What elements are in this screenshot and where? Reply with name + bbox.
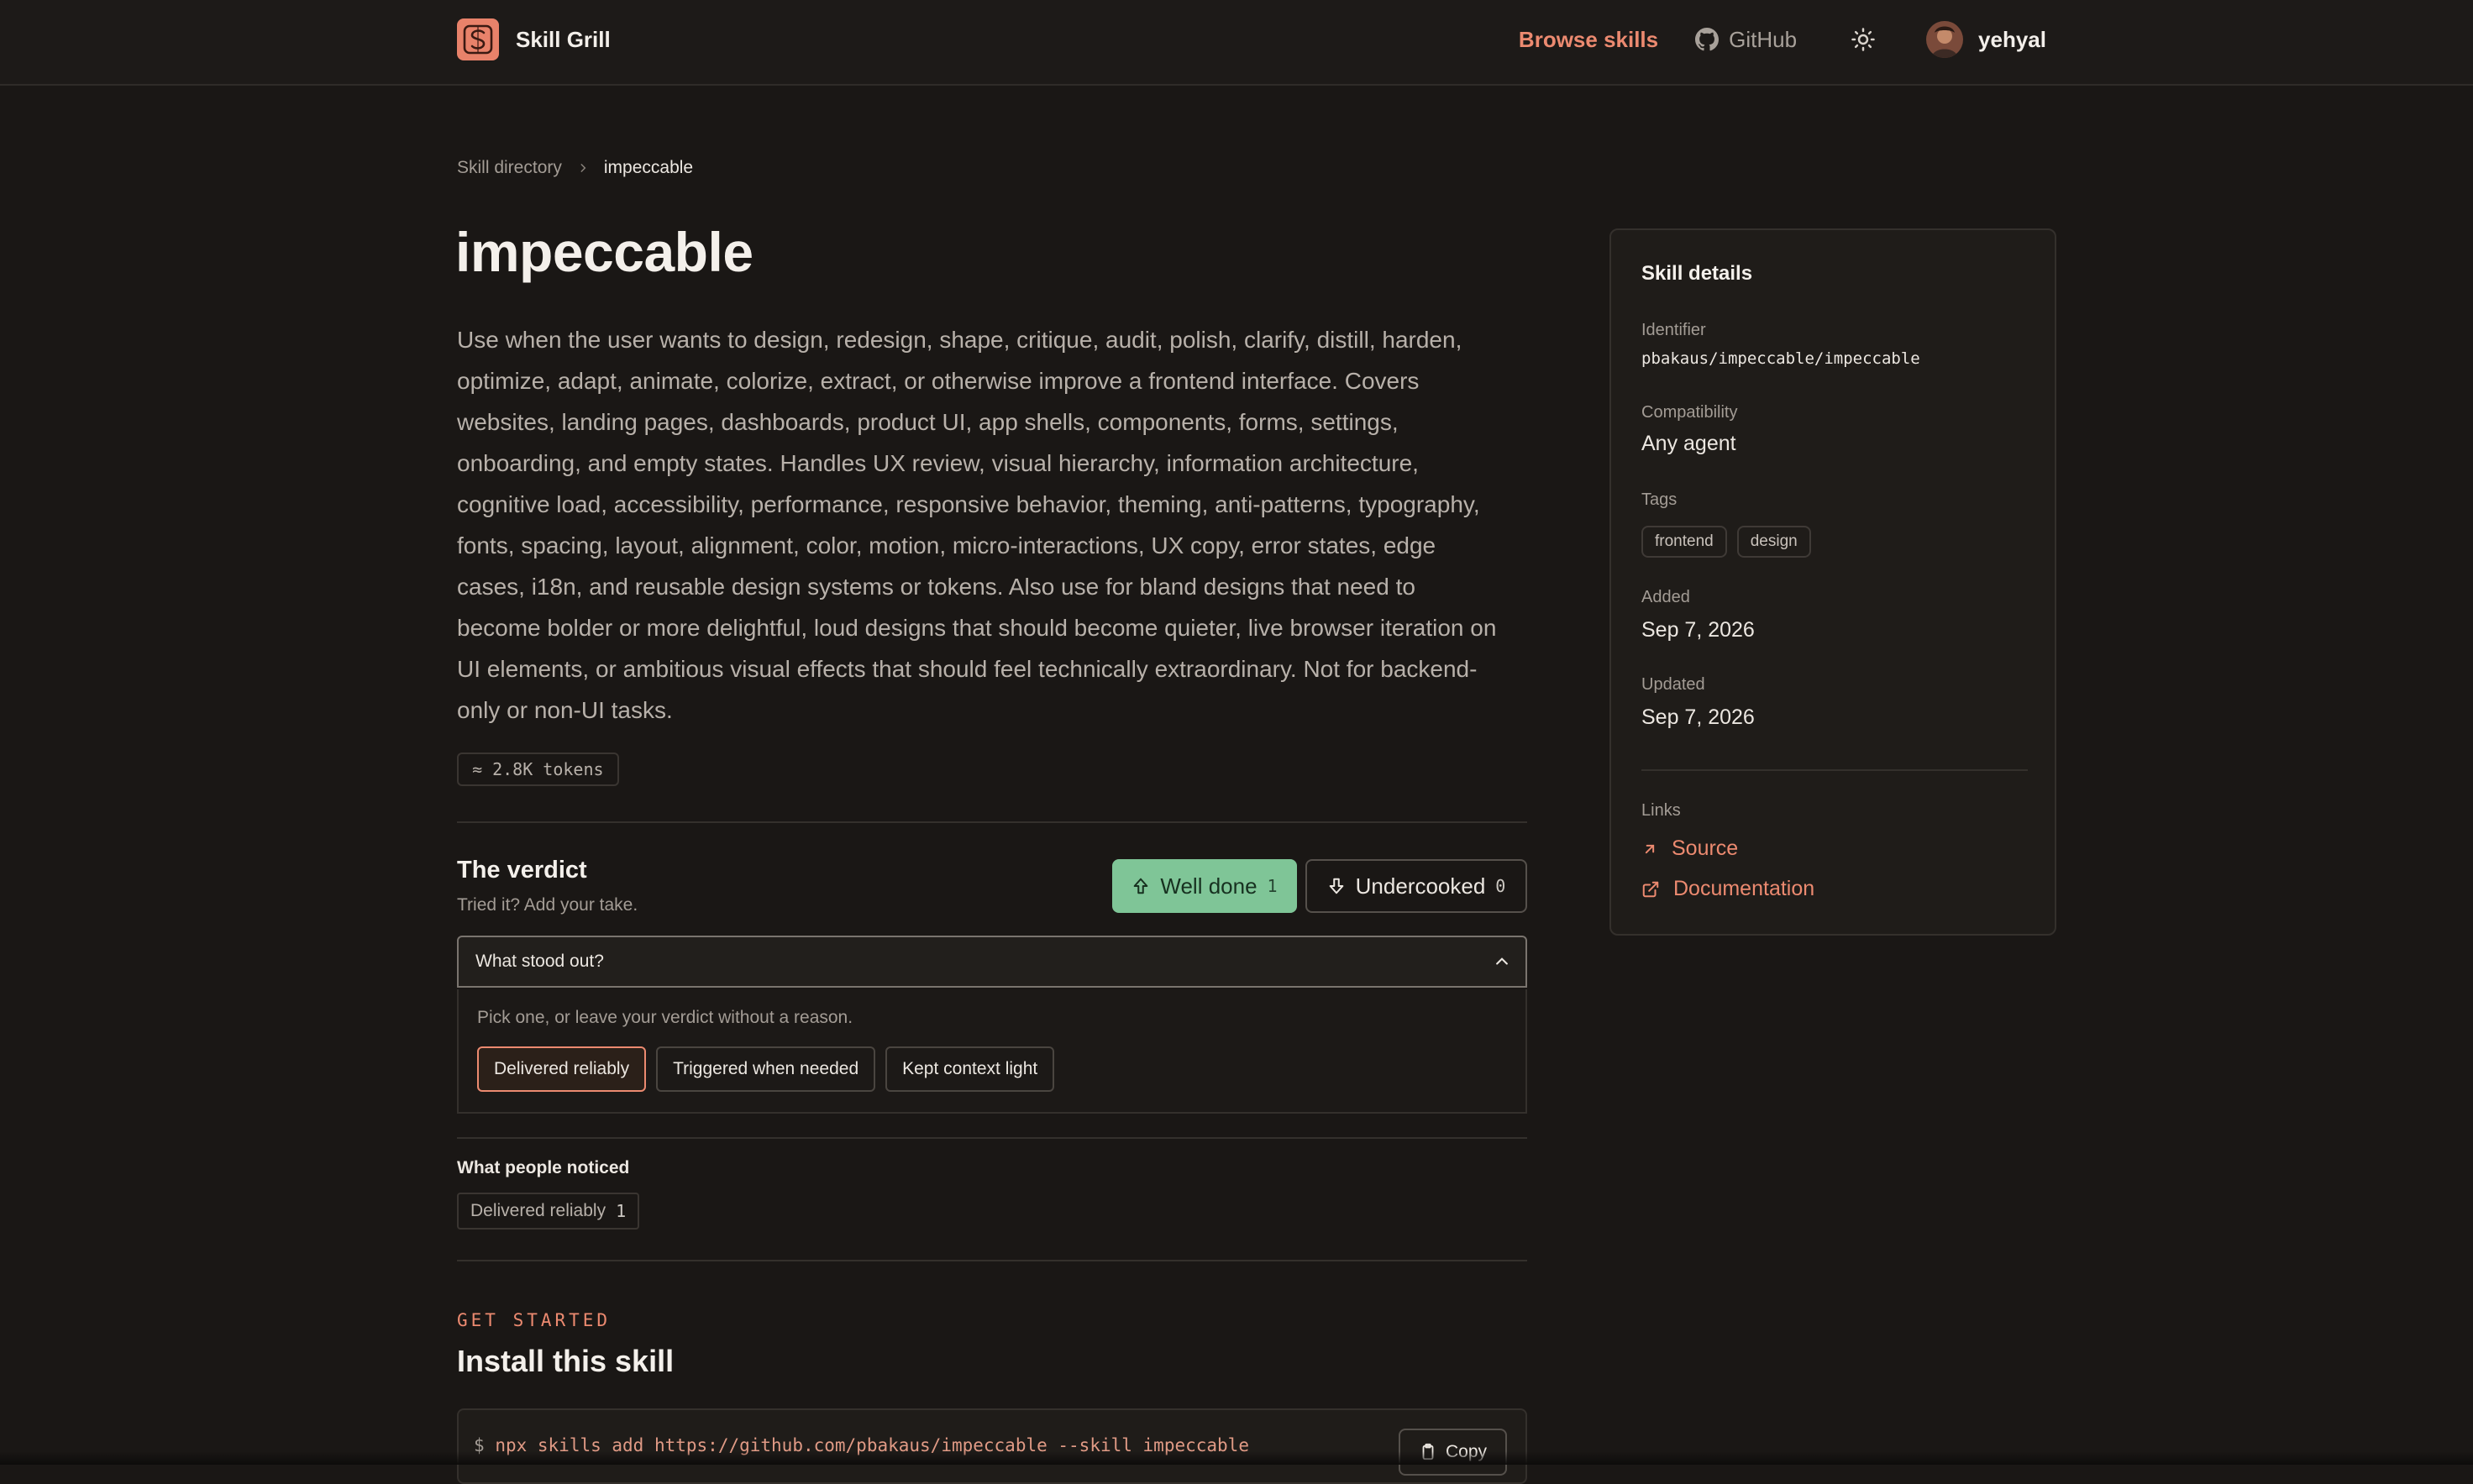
well-done-label: Well done bbox=[1160, 873, 1258, 899]
github-link[interactable]: GitHub bbox=[1695, 27, 1797, 53]
compatibility-label: Compatibility bbox=[1641, 403, 1738, 422]
page-title: impeccable bbox=[455, 221, 753, 283]
reason-triggered-when-needed[interactable]: Triggered when needed bbox=[656, 1046, 876, 1092]
arrow-up-right-icon bbox=[1645, 844, 1655, 853]
get-started-eyebrow: GET STARTED bbox=[457, 1310, 612, 1330]
external-link-icon bbox=[1642, 881, 1659, 897]
reason-panel: Pick one, or leave your verdict without … bbox=[457, 989, 1527, 1114]
thumbs-down-icon bbox=[1329, 878, 1343, 894]
undercooked-count: 0 bbox=[1495, 876, 1506, 896]
card-divider bbox=[1641, 769, 2028, 771]
theme-toggle-button[interactable] bbox=[1851, 27, 1876, 52]
updated-date: Sep 7, 2026 bbox=[1641, 705, 1755, 729]
tag-design[interactable]: design bbox=[1736, 526, 1811, 558]
user-menu[interactable]: yehyal bbox=[1926, 21, 2046, 58]
tag-frontend[interactable]: frontend bbox=[1641, 526, 1727, 558]
top-navigation-bar: Skill Grill Browse skills GitHub yehyal bbox=[0, 0, 2473, 86]
token-count-badge: ≈ 2.8K tokens bbox=[457, 752, 619, 786]
source-link[interactable]: Source bbox=[1641, 836, 1738, 861]
compatibility-value: Any agent bbox=[1641, 432, 1736, 455]
browse-skills-link[interactable]: Browse skills bbox=[1519, 27, 1658, 53]
avatar bbox=[1926, 21, 1964, 58]
undercooked-label: Undercooked bbox=[1355, 873, 1486, 899]
sun-icon bbox=[1851, 28, 1875, 51]
username: yehyal bbox=[1978, 26, 2046, 52]
divider bbox=[457, 1260, 1527, 1261]
breadcrumb: Skill directory impeccable bbox=[457, 158, 693, 178]
brand-home-link[interactable]: Skill Grill bbox=[457, 18, 611, 60]
links-label: Links bbox=[1641, 801, 1681, 820]
identifier-value: pbakaus/impeccable/impeccable bbox=[1641, 349, 1920, 368]
skill-details-title: Skill details bbox=[1641, 262, 1753, 285]
window-bottom-edge bbox=[0, 1451, 2473, 1465]
documentation-label: Documentation bbox=[1673, 877, 1815, 900]
identifier-label: Identifier bbox=[1641, 321, 1706, 339]
chevron-up-icon bbox=[1496, 957, 1508, 965]
github-label: GitHub bbox=[1729, 26, 1798, 52]
noticed-item: Delivered reliably 1 bbox=[457, 1193, 640, 1230]
verdict-subtitle: Tried it? Add your take. bbox=[457, 895, 638, 915]
breadcrumb-current: impeccable bbox=[603, 158, 694, 177]
divider bbox=[457, 1137, 1527, 1139]
install-command-box: $ npx skills add https://github.com/pbak… bbox=[457, 1408, 1527, 1484]
skill-details-card: Skill details Identifier pbakaus/impecca… bbox=[1609, 228, 2056, 936]
thumbs-up-icon bbox=[1134, 878, 1148, 894]
dropdown-label: What stood out? bbox=[475, 952, 604, 971]
github-icon bbox=[1695, 28, 1720, 51]
added-label: Added bbox=[1641, 588, 1690, 606]
documentation-link[interactable]: Documentation bbox=[1641, 877, 1814, 901]
divider bbox=[457, 821, 1527, 823]
reason-hint: Pick one, or leave your verdict without … bbox=[477, 1008, 853, 1027]
well-done-count: 1 bbox=[1267, 876, 1278, 896]
added-date: Sep 7, 2026 bbox=[1641, 618, 1755, 642]
install-title: Install this skill bbox=[457, 1344, 675, 1378]
undercooked-button[interactable]: Undercooked 0 bbox=[1305, 859, 1527, 913]
brand-name: Skill Grill bbox=[516, 26, 611, 52]
what-stood-out-dropdown[interactable]: What stood out? bbox=[457, 936, 1527, 988]
source-label: Source bbox=[1672, 836, 1739, 860]
breadcrumb-skill-directory[interactable]: Skill directory bbox=[457, 158, 562, 178]
skill-description: Use when the user wants to design, redes… bbox=[457, 327, 1497, 723]
well-done-button[interactable]: Well done 1 bbox=[1112, 859, 1297, 913]
reason-options: Delivered reliably Triggered when needed… bbox=[477, 1046, 1055, 1092]
tag-list: frontend design bbox=[1641, 526, 1811, 558]
reason-kept-context-light[interactable]: Kept context light bbox=[885, 1046, 1055, 1092]
noticed-label: Delivered reliably bbox=[470, 1201, 606, 1220]
skill-grill-logo-icon bbox=[457, 18, 499, 60]
what-people-noticed-title: What people noticed bbox=[457, 1158, 630, 1177]
noticed-count: 1 bbox=[616, 1201, 627, 1221]
updated-label: Updated bbox=[1641, 675, 1705, 694]
chevron-right-icon bbox=[580, 164, 586, 172]
verdict-title: The verdict bbox=[457, 857, 587, 884]
tags-label: Tags bbox=[1641, 490, 1678, 509]
top-nav-links: Browse skills GitHub yehyal bbox=[1519, 18, 2046, 60]
reason-delivered-reliably[interactable]: Delivered reliably bbox=[477, 1046, 647, 1092]
